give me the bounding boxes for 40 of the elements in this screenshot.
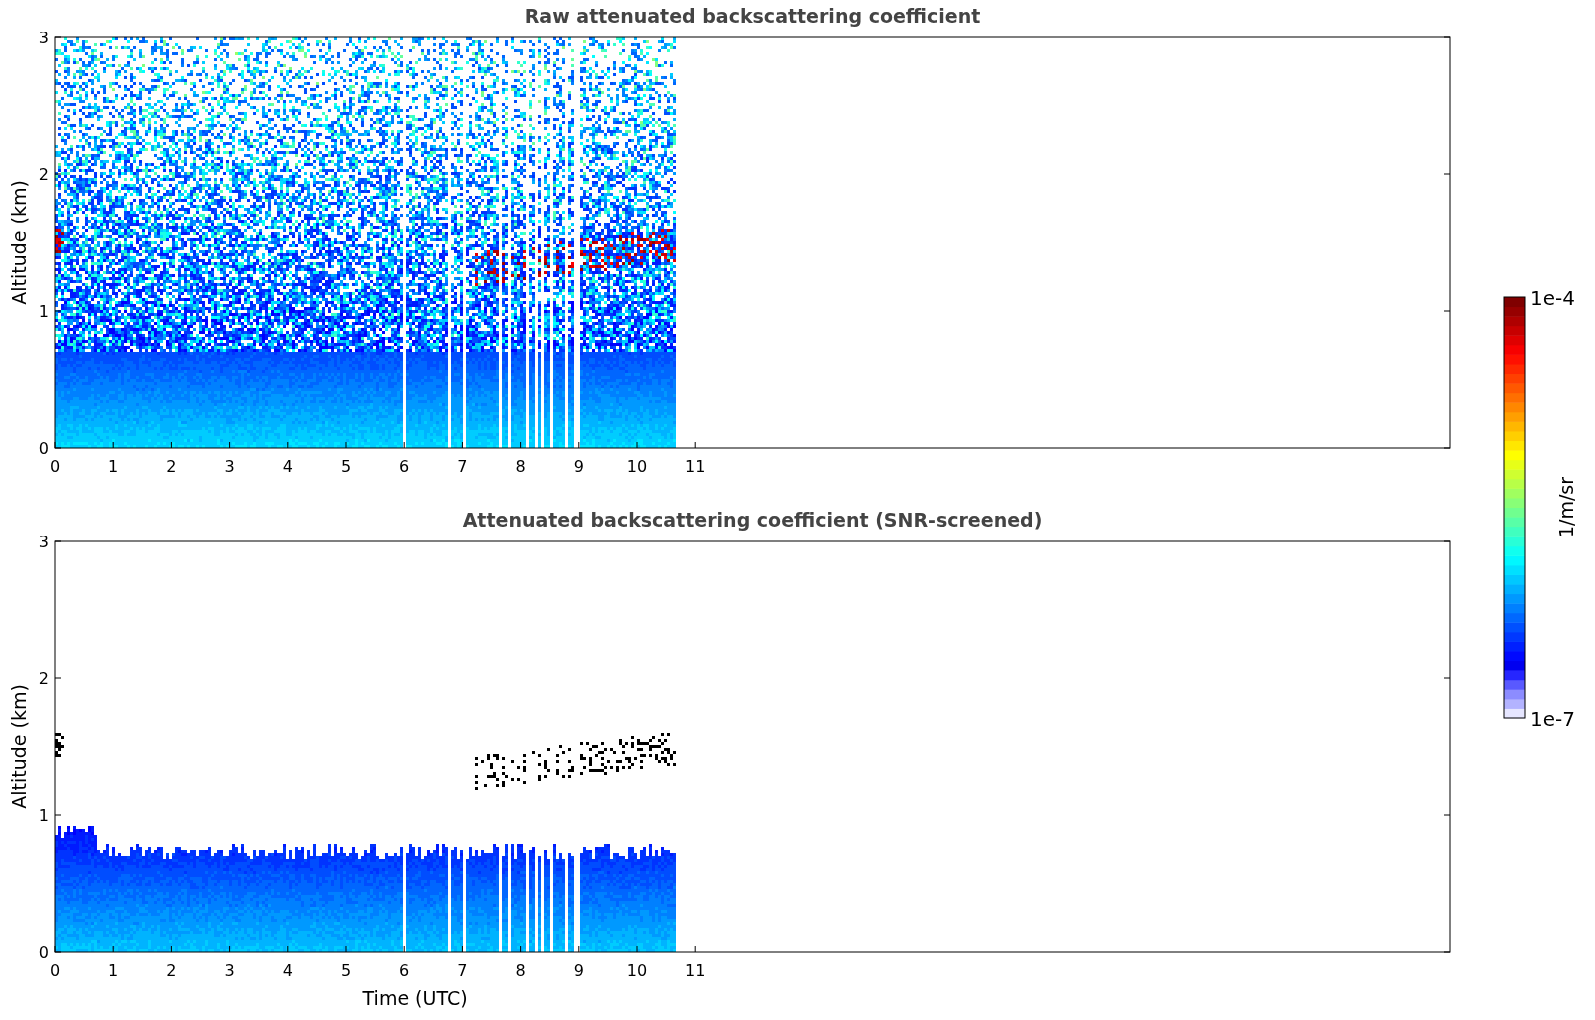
tick-label: 6 [399, 961, 410, 980]
tick-label: 4 [282, 961, 293, 980]
colorbar-tick-label: 1e-4 [1530, 287, 1575, 310]
tick-label: 1 [38, 302, 49, 321]
tick-label: 10 [626, 961, 648, 980]
tick-label: 4 [282, 457, 293, 476]
tick-label: 1 [108, 457, 119, 476]
tick-label: 0 [38, 943, 49, 962]
tick-label: 10 [626, 457, 648, 476]
tick-label: 9 [573, 961, 584, 980]
tick-label: 0 [38, 439, 49, 458]
tick-label: 8 [515, 961, 526, 980]
tick-label: 7 [457, 457, 468, 476]
panel-title: Raw attenuated backscattering coefficient [524, 5, 981, 27]
tick-label: 2 [38, 165, 49, 184]
tick-label: 2 [166, 961, 177, 980]
tick-label: 7 [457, 961, 468, 980]
tick-label: 5 [340, 457, 352, 476]
colorbar-tick-label: 1e-7 [1530, 707, 1575, 731]
panel-title: Attenuated backscattering coefficient (SNR-screened) [462, 509, 1043, 531]
tick-label: 2 [38, 669, 49, 688]
tick-label: 3 [38, 536, 49, 551]
tick-label: 8 [515, 457, 526, 476]
tick-label: 0 [49, 961, 61, 980]
tick-label: 0 [49, 457, 61, 476]
axis-label: Altitude (km) [8, 684, 30, 809]
tick-label: 3 [224, 961, 235, 980]
tick-label: 11 [685, 457, 706, 476]
colorbar-label: 1/m/sr [1555, 476, 1577, 539]
axis-label: Altitude (km) [8, 180, 30, 305]
tick-label: 3 [224, 457, 235, 476]
tick-label: 11 [685, 961, 706, 980]
tick-label: 1 [108, 961, 119, 980]
tick-label: 1 [38, 806, 49, 825]
tick-label: 5 [340, 961, 352, 980]
axis-label: Time (UTC) [362, 987, 468, 1009]
tick-label: 3 [38, 32, 49, 47]
tick-label: 6 [399, 457, 410, 476]
tick-label: 9 [573, 457, 584, 476]
tick-label: 2 [166, 457, 177, 476]
